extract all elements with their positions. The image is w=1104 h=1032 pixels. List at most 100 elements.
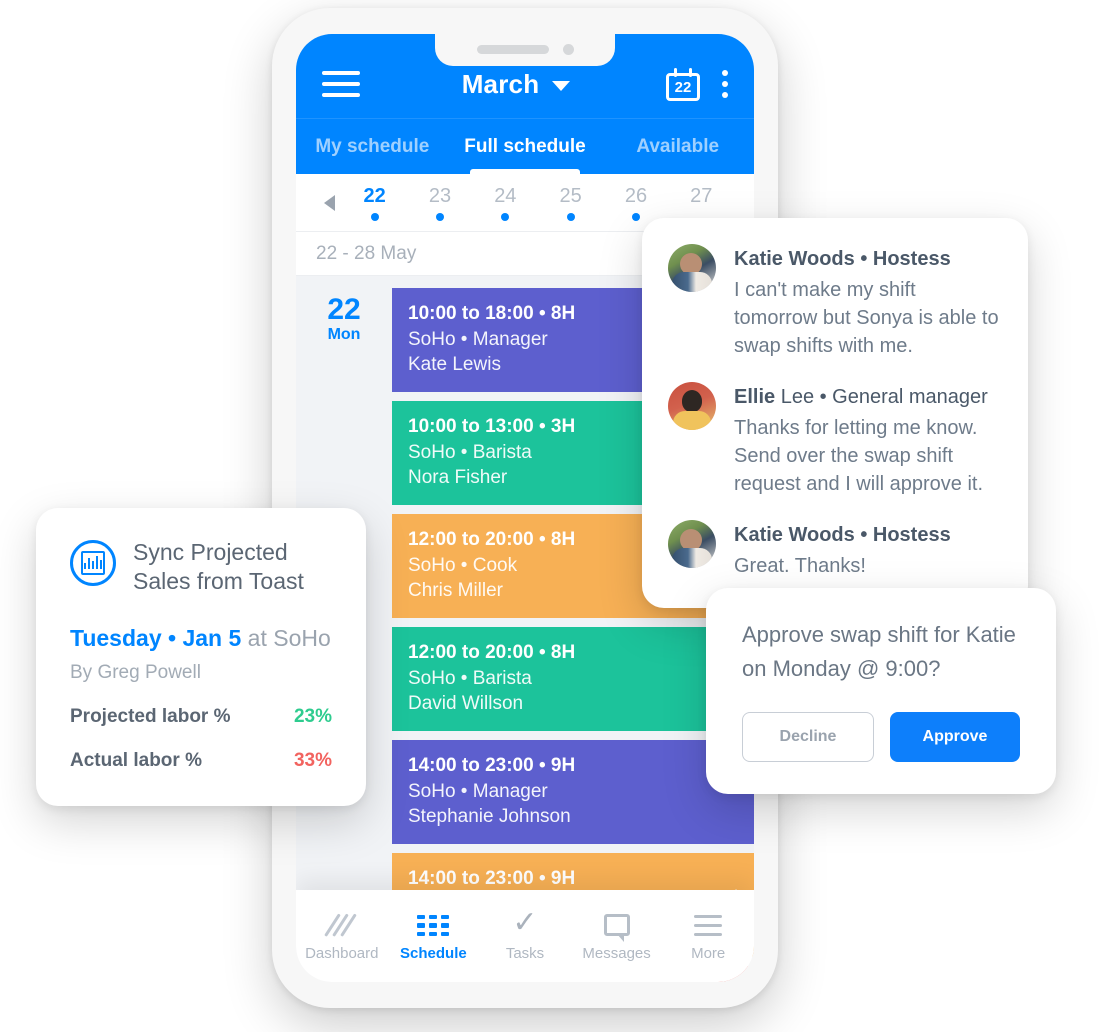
chat-author-name: Ellie (734, 386, 776, 408)
shift-time: 14:00 to 23:00 • 9H (408, 755, 576, 776)
stat-row-projected: Projected labor % 23% (70, 706, 332, 728)
date-chip-22[interactable]: 22 (342, 185, 407, 221)
shift-role: SoHo • Barista (408, 668, 532, 689)
shift-person: David Willson (408, 693, 524, 714)
avatar (668, 520, 716, 568)
shift-card[interactable]: 14:00 to 23:00 • 9H SoHo • Manager Steph… (392, 740, 754, 844)
shift-time: 14:00 to 23:00 • 9H (408, 868, 576, 889)
date-dot (370, 212, 379, 221)
nav-item-messages[interactable]: Messages (571, 910, 663, 962)
caret-down-icon (552, 81, 571, 91)
approve-actions: Decline Approve (742, 712, 1020, 762)
nav-item-tasks[interactable]: ✓ Tasks (479, 906, 571, 963)
sales-card-location: at SoHo (241, 625, 331, 651)
nav-item-more[interactable]: More (662, 910, 754, 962)
nav-label: Dashboard (305, 945, 379, 962)
date-chip-27[interactable]: 27 (669, 185, 734, 221)
chat-author: Ellie Lee • General manager (734, 386, 988, 408)
sales-card-date-highlight: Tuesday • Jan 5 (70, 625, 242, 651)
tab-available[interactable]: Available (601, 119, 754, 174)
chat-author: Katie Woods • Hostess (734, 524, 951, 546)
check-icon: ✓ (512, 906, 538, 939)
day-cell: 22 Mon (296, 288, 392, 344)
date-dot (566, 212, 575, 221)
day-weekday: Mon (327, 326, 361, 343)
approve-swap-shift-card: Approve swap shift for Katie on Monday @… (706, 588, 1056, 794)
bar-chart-circle-icon (70, 540, 116, 586)
date-dot (631, 212, 640, 221)
date-chip-24[interactable]: 24 (473, 185, 538, 221)
nav-label: Messages (582, 945, 651, 962)
date-number: 26 (624, 184, 648, 207)
hamburger-icon[interactable] (322, 71, 360, 97)
chat-text: I can't make my shift tomorrow but Sonya… (734, 279, 999, 357)
chat-author-role: • Hostess (854, 248, 951, 270)
chat-author: Katie Woods • Hostess (734, 248, 951, 270)
nav-item-schedule[interactable]: Schedule (388, 910, 480, 962)
front-camera (562, 43, 574, 55)
phone-notch (435, 32, 615, 66)
avatar (668, 244, 716, 292)
chat-message: Katie Woods • Hostess I can't make my sh… (668, 244, 1004, 360)
date-number: 24 (494, 184, 517, 207)
avatar (668, 382, 716, 430)
more-icon (694, 910, 723, 936)
date-dot (501, 212, 510, 221)
decline-button[interactable]: Decline (742, 712, 874, 762)
calendar-icon[interactable]: 22 (666, 67, 700, 101)
sales-card-header: Sync Projected Sales from Toast (70, 538, 332, 596)
sales-card-date: Tuesday • Jan 5 at SoHo (70, 624, 332, 652)
date-chip-25[interactable]: 25 (538, 185, 603, 221)
approve-question: Approve swap shift for Katie on Monday @… (742, 622, 1016, 681)
shift-role: SoHo • Manager (408, 781, 548, 802)
bottom-navigation: Dashboard Schedule ✓ Tasks Messages More (296, 890, 754, 982)
screenshot-stage: March 22 My schedule Full schedule Avail… (0, 0, 1104, 1032)
page-title: March (461, 68, 540, 99)
tab-my-schedule[interactable]: My schedule (296, 119, 449, 174)
kebab-menu-icon[interactable] (722, 70, 728, 98)
chat-message-body: Katie Woods • Hostess I can't make my sh… (734, 244, 1004, 360)
date-number: 27 (690, 184, 713, 207)
sales-card-author: By Greg Powell (70, 662, 201, 683)
stat-value: 33% (293, 750, 332, 771)
chat-text: Great. Thanks! (734, 555, 866, 577)
header-actions: 22 (666, 67, 728, 101)
chat-author-role: Lee • General manager (775, 386, 988, 408)
date-chip-23[interactable]: 23 (407, 185, 472, 221)
month-selector[interactable]: March (366, 69, 666, 100)
nav-label: More (691, 945, 726, 962)
stat-row-actual: Actual labor % 33% (70, 750, 332, 772)
chat-message-body: Ellie Lee • General manager Thanks for l… (734, 382, 1004, 498)
stat-value: 23% (293, 706, 332, 727)
chat-author-name: Katie Woods (734, 524, 855, 546)
sync-projected-sales-card: Sync Projected Sales from Toast Tuesday … (36, 508, 366, 806)
date-number: 22 (363, 184, 386, 207)
date-number: 23 (428, 184, 452, 207)
grid-icon (417, 910, 450, 936)
stat-label: Projected labor % (70, 706, 231, 727)
message-icon (603, 910, 630, 942)
speaker-grille (476, 44, 549, 54)
calendar-day-number: 22 (674, 78, 692, 96)
shift-person: Stephanie Johnson (408, 806, 571, 827)
tab-full-schedule[interactable]: Full schedule (449, 119, 602, 174)
nav-label: Tasks (505, 945, 545, 962)
date-number: 25 (559, 184, 582, 207)
day-number: 22 (327, 293, 361, 326)
approve-button[interactable]: Approve (890, 712, 1020, 762)
date-chip-26[interactable]: 26 (603, 185, 668, 221)
chat-message: Katie Woods • Hostess Great. Thanks! (668, 520, 1004, 580)
chat-conversation-card: Katie Woods • Hostess I can't make my sh… (642, 218, 1028, 608)
stat-label: Actual labor % (70, 750, 202, 771)
nav-item-dashboard[interactable]: Dashboard (296, 910, 388, 962)
shift-time: 12:00 to 20:00 • 8H (408, 642, 576, 663)
shift-card[interactable]: 12:00 to 20:00 • 8H SoHo • Barista David… (392, 627, 754, 731)
chat-message-body: Katie Woods • Hostess Great. Thanks! (734, 520, 1004, 580)
day-list: 22 23 24 25 26 27 (342, 185, 734, 221)
chat-author-name: Katie Woods (734, 248, 855, 270)
dashboard-icon (323, 910, 357, 937)
nav-label: Schedule (400, 945, 467, 962)
date-dot (435, 212, 444, 221)
chevron-left-icon[interactable] (316, 194, 342, 211)
chat-text: Thanks for letting me know. Send over th… (734, 417, 984, 495)
